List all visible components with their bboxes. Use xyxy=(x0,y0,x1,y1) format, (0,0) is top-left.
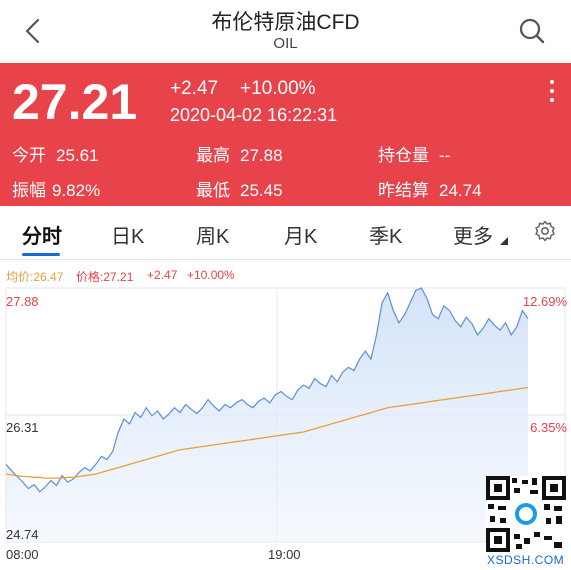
stat-prev-settle: 昨结算 24.74 xyxy=(378,181,482,200)
last-price: 27.21 xyxy=(12,74,138,130)
y-axis-pct-high: 12.69% xyxy=(522,294,567,309)
price-change-percent: +10.00% xyxy=(240,78,316,99)
y-axis-pct-mid: 6.35% xyxy=(530,420,567,435)
stat-open-interest: 持仓量 -- xyxy=(378,146,451,165)
stat-amplitude: 振幅 9.82% xyxy=(12,181,101,200)
tab-quarterly-k[interactable]: 季K xyxy=(369,220,402,249)
stat-open: 今开 25.61 xyxy=(12,146,99,165)
stat-low: 最低 25.45 xyxy=(196,181,283,200)
active-tab-indicator xyxy=(22,253,60,256)
watermark-caption: XSDSH.COM xyxy=(487,553,565,567)
chart-tab-bar: 分时 日K 周K 月K 季K 更多 xyxy=(0,206,571,260)
quote-time: 2020-04-02 16:22:31 xyxy=(170,105,338,125)
more-options-icon[interactable] xyxy=(545,77,559,107)
tab-daily-k[interactable]: 日K xyxy=(111,220,144,249)
tab-more[interactable]: 更多 xyxy=(453,220,508,249)
y-axis-label-mid: 26.31 xyxy=(6,420,39,435)
price-change: +2.47 xyxy=(170,78,219,99)
search-icon[interactable] xyxy=(515,14,549,48)
quote-header: 27.21 +2.47 +10.00% 2020-04-02 16:22:31 … xyxy=(0,63,571,206)
x-axis-label-start: 08:00 xyxy=(6,547,39,562)
y-axis-label-high: 27.88 xyxy=(6,294,39,309)
y-axis-label-low: 24.74 xyxy=(6,527,39,542)
gear-icon[interactable] xyxy=(533,219,557,243)
tab-intraday[interactable]: 分时 xyxy=(22,220,62,249)
tab-more-label: 更多 xyxy=(453,226,493,248)
stat-high: 最高 27.88 xyxy=(196,146,283,165)
page-title: 布伦特原油CFD xyxy=(211,11,360,34)
page-subtitle: OIL xyxy=(273,35,298,52)
tab-monthly-k[interactable]: 月K xyxy=(284,220,317,249)
top-nav-bar: 布伦特原油CFD OIL xyxy=(0,0,571,63)
tab-weekly-k[interactable]: 周K xyxy=(196,220,229,249)
x-axis-label-mid: 19:00 xyxy=(268,547,301,562)
qr-code-watermark xyxy=(486,476,566,552)
caret-down-icon xyxy=(499,237,508,245)
